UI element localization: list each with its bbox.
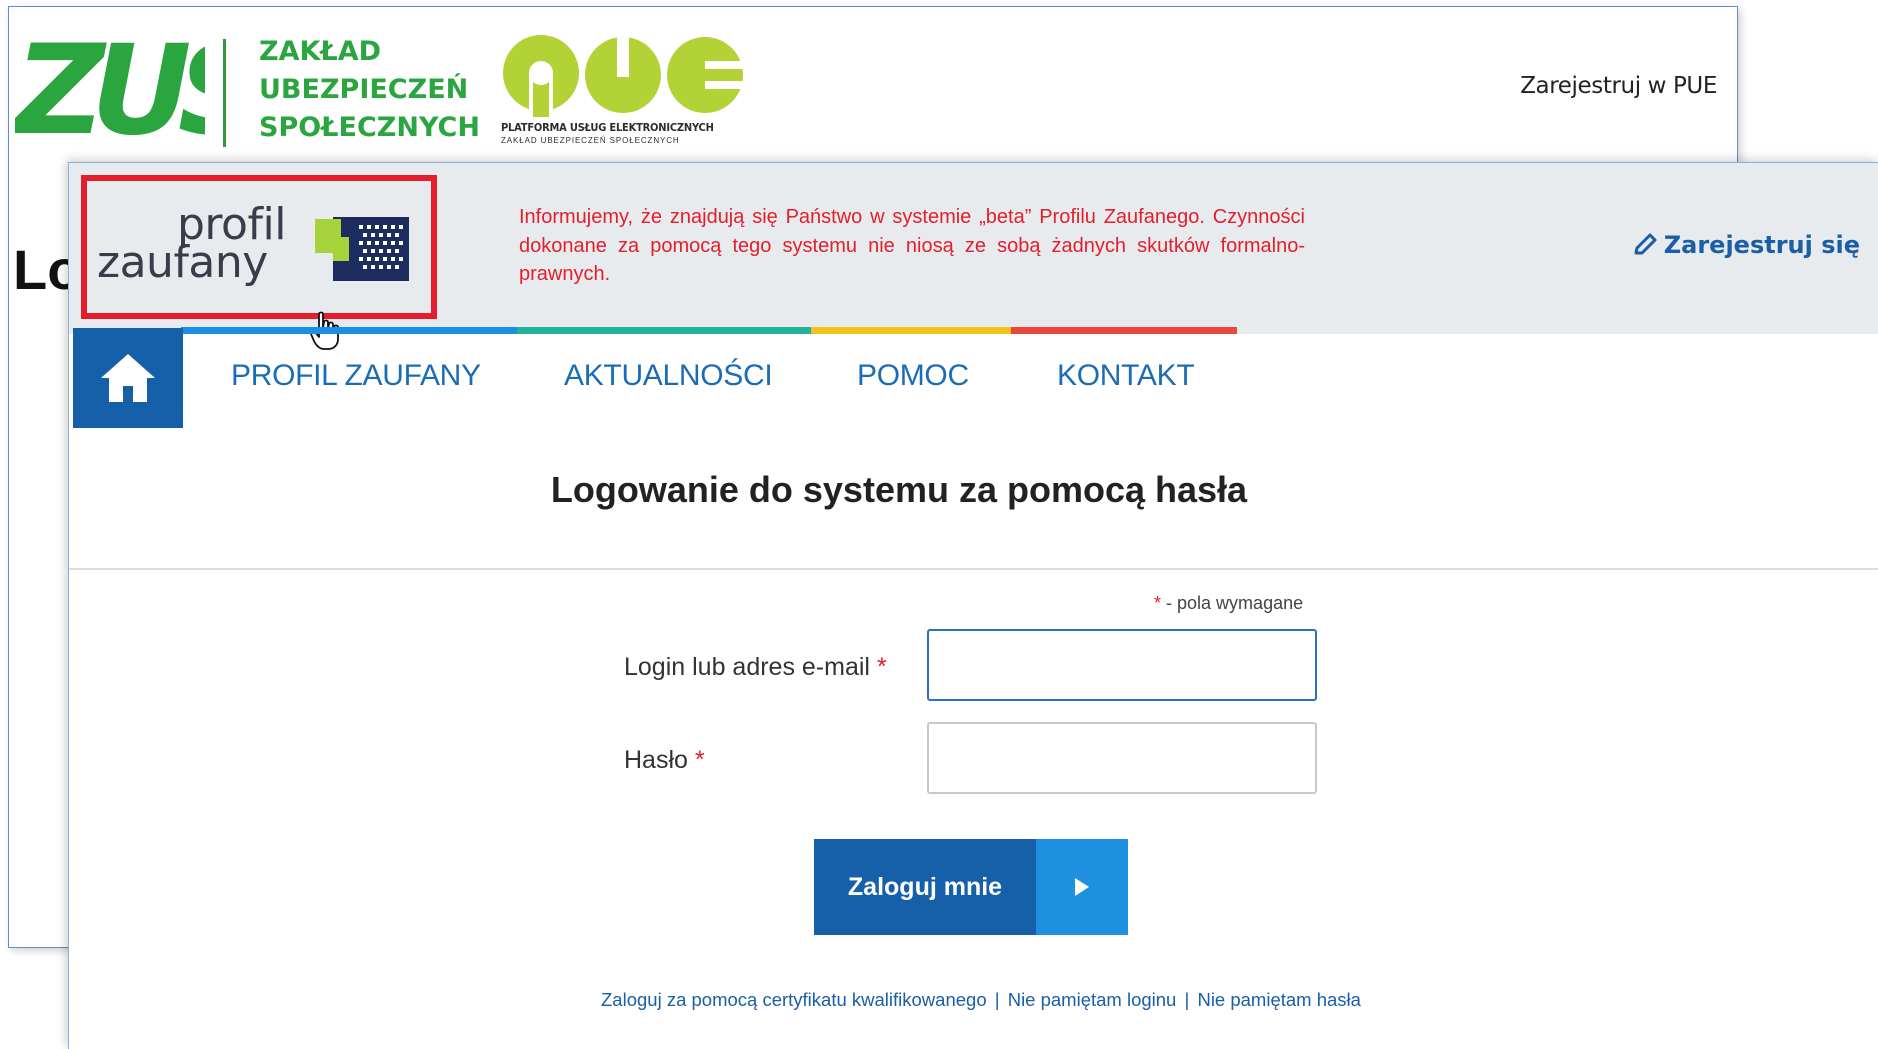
password-label-text: Hasło (624, 746, 688, 774)
pz-logo-text-zaufany: zaufany (97, 237, 268, 288)
login-submit-label: Zaloguj mnie (847, 872, 1003, 901)
pue-subtitle-small: ZAKŁAD UBEZPIECZEŃ SPOŁECZNYCH (501, 136, 680, 145)
play-arrow-icon (1036, 839, 1128, 935)
home-button[interactable] (73, 328, 183, 428)
zus-name-line-1: ZAKŁAD (259, 36, 382, 67)
forgot-login-link[interactable]: Nie pamiętam loginu (1008, 989, 1177, 1010)
nav-aktualnosci[interactable]: AKTUALNOŚCI (564, 359, 773, 393)
password-required-star: * (694, 746, 705, 774)
pz-register-link[interactable]: Zarejestruj się (1632, 231, 1860, 259)
pz-header: profil zaufany Informujemy, że znajdują … (69, 163, 1878, 350)
beta-notice: Informujemy, że znajdują się Państwo w s… (519, 206, 1305, 285)
zus-institution-name: ZAKŁAD UBEZPIECZEŃ SPOŁECZNYCH (259, 33, 480, 147)
login-submit-button[interactable]: Zaloguj mnie (814, 839, 1128, 935)
nav-profil-zaufany[interactable]: PROFIL ZAUFANY (231, 359, 481, 393)
login-label-text: Login lub adres e-mail (624, 653, 870, 681)
required-note-text: - pola wymagane (1166, 593, 1304, 613)
link-separator: | (1184, 989, 1190, 1010)
password-input[interactable] (927, 722, 1317, 794)
home-icon (101, 354, 155, 402)
forgot-password-link[interactable]: Nie pamiętam hasła (1197, 989, 1361, 1010)
svg-text:ZUS: ZUS (15, 29, 205, 141)
pencil-icon (1634, 233, 1657, 255)
zus-register-link[interactable]: Zarejestruj w PUE (1520, 73, 1717, 99)
pz-logo-icon (315, 217, 409, 281)
login-required-star: * (876, 653, 887, 681)
link-separator: | (994, 989, 1000, 1010)
required-star: * (1154, 593, 1162, 613)
password-label: Hasło * (624, 746, 705, 775)
required-fields-note: * - pola wymagane (1154, 593, 1303, 614)
pz-register-label: Zarejestruj się (1663, 231, 1860, 259)
zus-name-line-2: UBEZPIECZEŃ (259, 74, 469, 105)
nav-pomoc[interactable]: POMOC (857, 359, 969, 393)
certificate-login-link[interactable]: Zaloguj za pomocą certyfikatu kwalifikow… (601, 989, 987, 1010)
profil-zaufany-window: profil zaufany Informujemy, że znajdują … (68, 162, 1878, 1049)
pz-logo-highlight[interactable]: profil zaufany (81, 175, 437, 319)
zus-name-line-3: SPOŁECZNYCH (259, 112, 480, 143)
nav-kontakt[interactable]: KONTAKT (1057, 359, 1195, 393)
login-label: Login lub adres e-mail * (624, 653, 887, 682)
zus-logo: ZUS (15, 29, 205, 141)
zus-logo-divider (223, 39, 226, 147)
pue-logo (503, 35, 749, 117)
pue-subtitle: PLATFORMA USŁUG ELEKTRONICZNYCH (501, 121, 714, 134)
alternative-login-links: Zaloguj za pomocą certyfikatu kwalifikow… (601, 989, 1361, 1011)
page-title: Logowanie do systemu za pomocą hasła (550, 469, 1248, 510)
pz-color-stripe (69, 327, 1237, 334)
title-separator (69, 568, 1878, 570)
login-input[interactable] (927, 629, 1317, 701)
